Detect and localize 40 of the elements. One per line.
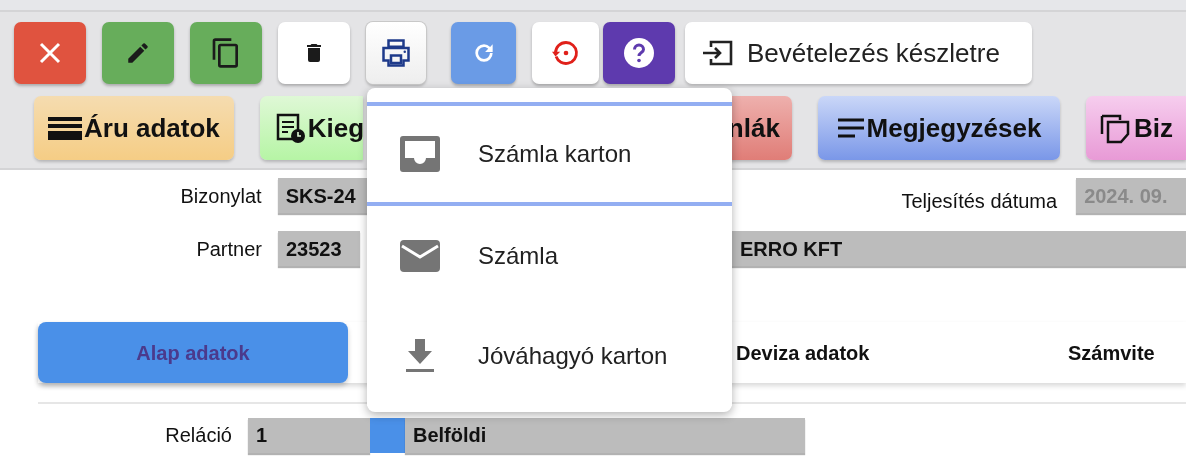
- mail-icon: [400, 240, 440, 272]
- help-button[interactable]: [603, 22, 675, 84]
- delete-button[interactable]: [278, 22, 350, 84]
- tab[interactable]: Deviza adatok: [732, 322, 922, 383]
- close-icon: [39, 42, 61, 64]
- close-button[interactable]: [14, 22, 86, 84]
- help-icon: [624, 38, 654, 68]
- menu-item[interactable]: Jóváhagyó karton: [367, 306, 732, 406]
- input-field[interactable]: 1: [248, 417, 370, 453]
- print-button[interactable]: [366, 22, 426, 84]
- document-clock-icon: [275, 113, 306, 143]
- input-field[interactable]: SKS-24: [277, 178, 367, 213]
- documents-icon: [1100, 112, 1132, 144]
- bars-icon: [48, 115, 82, 141]
- lookup-button[interactable]: [370, 417, 405, 453]
- field-label: Partner: [195, 236, 262, 262]
- copy-button[interactable]: [190, 22, 262, 84]
- input-field[interactable]: 23523: [278, 231, 360, 266]
- section-button[interactable]: Biz: [1086, 96, 1186, 160]
- section-button[interactable]: Áru adatok: [34, 96, 234, 160]
- action-button[interactable]: Bevételezés készletre: [685, 22, 1032, 84]
- section-button[interactable]: Kieg: [259, 96, 363, 160]
- section-button[interactable]: Megjegyzések: [818, 96, 1060, 160]
- history-button[interactable]: [532, 22, 599, 84]
- menu-item[interactable]: Számla: [367, 206, 732, 306]
- history-icon: [550, 39, 581, 67]
- lines-icon: [836, 117, 865, 139]
- edit-button[interactable]: [102, 22, 174, 84]
- tray-icon: [400, 136, 440, 172]
- field-label: Bizonylat: [179, 183, 262, 209]
- pencil-icon: [125, 40, 151, 66]
- input-field: ERRO KFT: [732, 231, 1186, 266]
- menu-item[interactable]: Számla karton: [367, 106, 732, 206]
- input-field: Belföldi: [405, 417, 805, 453]
- field-label: Reláció: [164, 423, 232, 448]
- refresh-button[interactable]: [451, 22, 516, 84]
- field-label: Teljesítés dátuma: [900, 188, 1058, 214]
- tab[interactable]: Számvite: [1064, 322, 1184, 383]
- enter-icon: [703, 40, 733, 66]
- printer-icon: [381, 39, 411, 67]
